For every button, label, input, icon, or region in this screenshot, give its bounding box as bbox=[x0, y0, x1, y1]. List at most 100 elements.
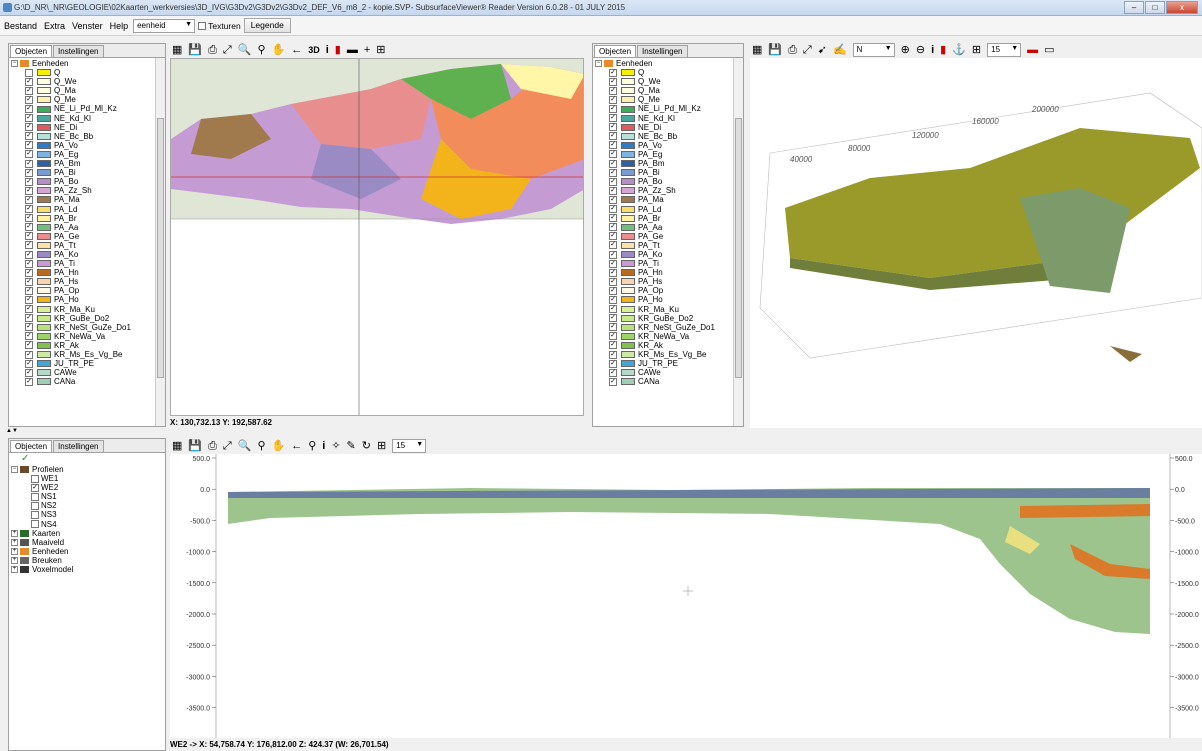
unit-checkbox[interactable]: ✓ bbox=[609, 305, 617, 314]
unit-checkbox[interactable] bbox=[25, 68, 33, 77]
info-icon[interactable]: i bbox=[326, 44, 329, 56]
profile-checkbox[interactable] bbox=[31, 501, 39, 510]
unit-row[interactable]: ✓ NE_Li_Pd_Ml_Kz bbox=[11, 104, 163, 113]
view-icon[interactable]: ⊕ bbox=[901, 44, 910, 56]
unit-row[interactable]: ✓ PA_Ma bbox=[11, 195, 163, 204]
unit-checkbox[interactable]: ✓ bbox=[25, 214, 33, 223]
unit-checkbox[interactable]: ✓ bbox=[25, 150, 33, 159]
unit-checkbox[interactable]: ✓ bbox=[609, 159, 617, 168]
unit-checkbox[interactable]: ✓ bbox=[609, 223, 617, 232]
unit-row[interactable]: ✓ JU_TR_PE bbox=[11, 359, 163, 368]
unit-checkbox[interactable]: ✓ bbox=[25, 350, 33, 359]
unit-checkbox[interactable]: ✓ bbox=[609, 205, 617, 214]
scroll-thumb[interactable] bbox=[157, 118, 164, 378]
3d-canvas[interactable]: 40000 80000 120000 160000 200000 bbox=[750, 58, 1202, 428]
profile-item[interactable]: NS2 bbox=[11, 501, 163, 510]
arrow-left-icon[interactable]: ← bbox=[291, 44, 302, 56]
tree-node-kaarten[interactable]: + Kaarten bbox=[11, 529, 163, 538]
unit-checkbox[interactable]: ✓ bbox=[25, 359, 33, 368]
unit-checkbox[interactable]: ✓ bbox=[609, 377, 617, 386]
info-icon[interactable]: i bbox=[931, 44, 934, 56]
unit-row-3d[interactable]: ✓ PA_Eg bbox=[595, 150, 741, 159]
close-button[interactable]: x bbox=[1166, 1, 1198, 14]
unit-checkbox[interactable]: ✓ bbox=[609, 341, 617, 350]
unit-checkbox[interactable]: ✓ bbox=[609, 268, 617, 277]
unit-checkbox[interactable]: ✓ bbox=[25, 77, 33, 86]
unit-row[interactable]: ✓ PA_Ge bbox=[11, 232, 163, 241]
unit-checkbox[interactable]: ✓ bbox=[25, 323, 33, 332]
unit-row-3d[interactable]: ✓ PA_Bi bbox=[595, 168, 741, 177]
map-view[interactable] bbox=[170, 58, 584, 416]
unit-row-3d[interactable]: ✓ KR_NeWa_Va bbox=[595, 332, 741, 341]
unit-checkbox[interactable]: ✓ bbox=[25, 159, 33, 168]
zoom-extent-icon[interactable]: ⤢ bbox=[223, 44, 232, 56]
zoom-box-icon[interactable]: 🔍 bbox=[238, 44, 252, 56]
tree-node-maaiveld[interactable]: + Maaiveld bbox=[11, 538, 163, 547]
textures-checkbox[interactable] bbox=[198, 22, 207, 31]
profile-checkbox[interactable] bbox=[31, 520, 39, 529]
unit-checkbox[interactable]: ✓ bbox=[609, 323, 617, 332]
unit-row[interactable]: ✓ PA_Eg bbox=[11, 150, 163, 159]
unit-row-3d[interactable]: ✓ PA_Tt bbox=[595, 241, 741, 250]
unit-checkbox[interactable]: ✓ bbox=[25, 205, 33, 214]
profile-checkbox[interactable] bbox=[31, 492, 39, 501]
unit-row-3d[interactable]: ✓ PA_Bo bbox=[595, 177, 741, 186]
unit-checkbox[interactable]: ✓ bbox=[25, 223, 33, 232]
unit-checkbox[interactable]: ✓ bbox=[609, 350, 617, 359]
anchor-icon[interactable]: ⚓ bbox=[952, 44, 966, 56]
zoom-box-icon[interactable]: 🔍 bbox=[238, 440, 252, 452]
unit-checkbox[interactable]: ✓ bbox=[609, 195, 617, 204]
crosshair-icon[interactable]: + bbox=[364, 44, 370, 56]
unit-checkbox[interactable]: ✓ bbox=[25, 105, 33, 114]
unit-checkbox[interactable]: ✓ bbox=[25, 132, 33, 141]
unit-row[interactable]: ✓ PA_Ti bbox=[11, 259, 163, 268]
unit-checkbox[interactable]: ✓ bbox=[609, 250, 617, 259]
unit-row-3d[interactable]: ✓ CANa bbox=[595, 377, 741, 386]
3d-view[interactable]: 40000 80000 120000 160000 200000 bbox=[750, 58, 1202, 428]
unit-row-3d[interactable]: ✓ NE_Di bbox=[595, 123, 741, 132]
unit-checkbox[interactable]: ✓ bbox=[25, 123, 33, 132]
unit-checkbox[interactable]: ✓ bbox=[25, 86, 33, 95]
legend-field-select[interactable]: eenheid ▼ bbox=[133, 18, 196, 33]
unit-row-3d[interactable]: ✓ Q bbox=[595, 68, 741, 77]
maximize-button[interactable]: □ bbox=[1145, 1, 1165, 14]
splitter-handle[interactable]: ▲▼ bbox=[6, 428, 26, 434]
unit-row[interactable]: ✓ PA_Tt bbox=[11, 241, 163, 250]
unit-row[interactable]: ✓ PA_Vo bbox=[11, 141, 163, 150]
menu-help[interactable]: Help bbox=[108, 21, 131, 31]
unit-checkbox[interactable]: ✓ bbox=[609, 232, 617, 241]
unit-checkbox[interactable]: ✓ bbox=[609, 259, 617, 268]
unit-row[interactable]: ✓ Q_Me bbox=[11, 95, 163, 104]
unit-checkbox[interactable]: ✓ bbox=[25, 241, 33, 250]
3d-view-icon[interactable]: 3D bbox=[308, 44, 320, 56]
unit-checkbox[interactable]: ✓ bbox=[609, 368, 617, 377]
unit-row[interactable]: ✓ KR_Ak bbox=[11, 341, 163, 350]
unit-checkbox[interactable]: ✓ bbox=[609, 359, 617, 368]
save-icon[interactable]: 💾 bbox=[188, 44, 202, 56]
profiles-node[interactable]: − Profielen bbox=[11, 465, 163, 474]
unit-row[interactable]: ✓ PA_Br bbox=[11, 214, 163, 223]
unit-row[interactable]: ✓ KR_NeSt_GuZe_Do1 bbox=[11, 323, 163, 332]
expand-icon[interactable]: + bbox=[11, 566, 18, 574]
north-select[interactable]: N ▼ bbox=[852, 43, 895, 57]
unit-row[interactable]: ✓ PA_Op bbox=[11, 286, 163, 295]
unit-row-3d[interactable]: ✓ CAWe bbox=[595, 368, 741, 377]
tab-settings-3d[interactable]: Instellingen bbox=[637, 45, 688, 57]
scroll-thumb[interactable] bbox=[735, 118, 742, 378]
tab-settings[interactable]: Instellingen bbox=[53, 45, 104, 57]
unit-row-3d[interactable]: ✓ PA_Vo bbox=[595, 141, 741, 150]
unit-checkbox[interactable]: ✓ bbox=[25, 368, 33, 377]
unit-row-3d[interactable]: ✓ PA_Ko bbox=[595, 250, 741, 259]
save-icon[interactable]: 💾 bbox=[768, 44, 782, 56]
expand-icon[interactable]: + bbox=[11, 538, 18, 546]
unit-checkbox[interactable]: ✓ bbox=[25, 95, 33, 104]
tab-objects-profile[interactable]: Objecten bbox=[10, 440, 53, 452]
unit-checkbox[interactable]: ✓ bbox=[609, 332, 617, 341]
unit-row[interactable]: ✓ PA_Zz_Sh bbox=[11, 186, 163, 195]
unit-checkbox[interactable]: ✓ bbox=[609, 186, 617, 195]
unit-checkbox[interactable]: ✓ bbox=[609, 68, 617, 77]
menu-venster[interactable]: Venster bbox=[70, 21, 105, 31]
unit-row[interactable]: ✓ PA_Ko bbox=[11, 250, 163, 259]
unit-checkbox[interactable]: ✓ bbox=[25, 177, 33, 186]
map-canvas[interactable] bbox=[171, 59, 584, 416]
